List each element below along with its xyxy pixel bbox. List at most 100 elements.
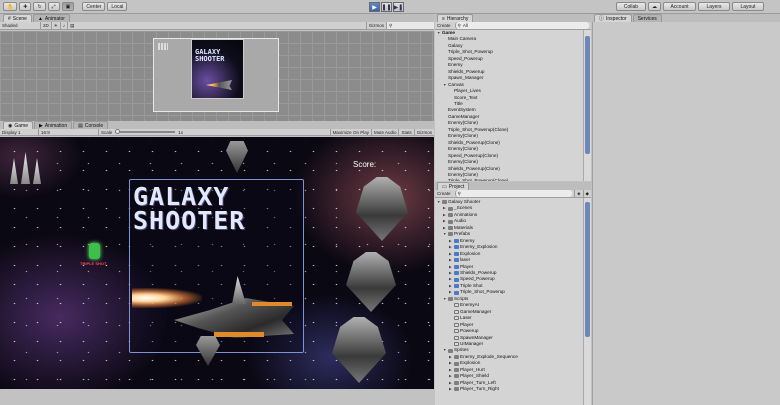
project-scrollbar[interactable] bbox=[583, 198, 591, 405]
project-panel: ▼ Galaxy Shooter ▶ _Scenes ▶ Animations ▶ Audio… bbox=[435, 198, 591, 405]
prefab-icon bbox=[454, 264, 459, 269]
stats-toggle[interactable]: Stats bbox=[398, 128, 413, 136]
pause-button[interactable]: ❚❚ bbox=[381, 2, 392, 12]
image-icon: ▤ bbox=[70, 22, 75, 28]
play-icon: ▶ bbox=[372, 4, 377, 11]
audio-toggle[interactable]: ♪ bbox=[59, 22, 67, 29]
tab-project-label: Project bbox=[448, 183, 465, 190]
game-gizmos-label: Gizmos bbox=[416, 129, 432, 135]
game-view[interactable]: Score: GALAXY SHOOTER TRIPLE SHOT bbox=[0, 137, 434, 389]
collapse-arrow-icon[interactable]: ▶ bbox=[449, 386, 453, 392]
rect-tool-button[interactable]: ▣ bbox=[61, 2, 75, 11]
search-icon: ⚲ bbox=[457, 190, 461, 196]
hand-tool-button[interactable]: ✋ bbox=[3, 2, 18, 11]
folder-icon: ▭ bbox=[442, 183, 447, 190]
cloud-button[interactable]: ☁ bbox=[648, 2, 661, 11]
hierarchy-scroll-thumb[interactable] bbox=[585, 36, 590, 154]
project-scroll-thumb[interactable] bbox=[585, 202, 590, 337]
expand-arrow-icon[interactable]: ▼ bbox=[443, 82, 447, 88]
shading-dropdown[interactable]: Shaded bbox=[0, 22, 40, 29]
folder-icon bbox=[454, 374, 459, 379]
filter-by-type-button[interactable]: ◈ bbox=[574, 190, 582, 197]
maximize-on-play-toggle[interactable]: Maximize On Play bbox=[329, 128, 371, 136]
tab-inspector-label: Inspector bbox=[606, 15, 627, 22]
game-gizmos-dropdown[interactable]: Gizmos bbox=[413, 128, 434, 136]
expand-arrow-icon[interactable]: ▼ bbox=[443, 347, 447, 353]
scale-slider-handle[interactable] bbox=[115, 129, 121, 134]
filter-by-label-button[interactable]: ◆ bbox=[582, 190, 591, 197]
tab-scene[interactable]: # Scene bbox=[3, 14, 32, 22]
inspector-tabbar: ⓘ Inspector Services bbox=[592, 14, 780, 22]
player-ship bbox=[174, 276, 314, 351]
lighting-toggle[interactable]: ☀ bbox=[50, 22, 60, 29]
play-button[interactable]: ▶ bbox=[369, 2, 380, 12]
scene-view[interactable]: GALAXY SHOOTER bbox=[0, 31, 434, 121]
filter-icon: ◈ bbox=[577, 190, 581, 196]
gizmos-dropdown[interactable]: Gizmos bbox=[365, 22, 386, 29]
scale-tool-button[interactable]: ⤢ bbox=[47, 2, 60, 11]
project-item[interactable]: ▶ Player_Turn_Right bbox=[437, 386, 518, 392]
hierarchy-panel: ▼ Game Main Camera Galaxy Triple_Shot_Poweru… bbox=[435, 30, 591, 181]
speaker-icon: ♪ bbox=[62, 23, 66, 28]
scale-label: Scale bbox=[101, 129, 113, 135]
hierarchy-item-label: Triple_Shot_Powerup(Clone) bbox=[448, 178, 509, 181]
folder-icon bbox=[454, 361, 459, 366]
hierarchy-scrollbar[interactable] bbox=[583, 30, 591, 181]
game-toolbar: Display 1 16:9 Scale 1x Maximize On Play… bbox=[0, 128, 434, 136]
space-toggle[interactable]: Local bbox=[107, 2, 128, 11]
tab-services-label: Services bbox=[637, 15, 657, 22]
tab-project[interactable]: ▭ Project bbox=[437, 182, 470, 190]
mute-audio-toggle[interactable]: Mute Audio bbox=[370, 128, 399, 136]
layers-dropdown[interactable]: Layers bbox=[698, 2, 730, 11]
folder-icon bbox=[454, 380, 459, 385]
tab-inspector[interactable]: ⓘ Inspector bbox=[594, 14, 632, 22]
tab-hierarchy[interactable]: ≡ Hierarchy bbox=[437, 14, 474, 22]
prefab-icon bbox=[454, 271, 459, 276]
powerup-label: TRIPLE SHOT bbox=[80, 261, 107, 266]
step-button[interactable]: ▶❚ bbox=[393, 2, 404, 12]
script-icon bbox=[454, 329, 459, 334]
script-icon bbox=[454, 309, 459, 314]
scene-title-line2: SHOOTER bbox=[195, 55, 225, 63]
folder-icon bbox=[448, 206, 453, 211]
game-title-line2: SHOOTER bbox=[133, 206, 246, 235]
project-search-input[interactable]: ⚲ bbox=[454, 190, 573, 197]
display-dropdown[interactable]: Display 1 bbox=[0, 129, 38, 136]
right-toolbar: Collab ☁ Account Layers Layout bbox=[616, 2, 766, 11]
folder-icon bbox=[448, 232, 453, 237]
prefab-icon bbox=[454, 284, 459, 289]
hierarchy-create-dropdown[interactable]: Create bbox=[435, 22, 453, 29]
tab-services[interactable]: Services bbox=[632, 14, 662, 22]
expand-arrow-icon[interactable]: ▼ bbox=[443, 231, 447, 237]
expand-arrow-icon[interactable]: ▼ bbox=[443, 296, 447, 302]
scene-toolbar: Shaded 2D ☀ ♪ ▤ Gizmos ⚲ bbox=[0, 22, 434, 30]
mode-2d-toggle[interactable]: 2D bbox=[40, 22, 51, 29]
tab-animator-label: Animator bbox=[44, 15, 65, 22]
rotate-tool-button[interactable]: ↻ bbox=[33, 2, 46, 11]
move-tool-button[interactable]: ✚ bbox=[19, 2, 32, 11]
project-create-dropdown[interactable]: Create bbox=[435, 190, 453, 197]
scale-slider[interactable] bbox=[115, 129, 176, 134]
hierarchy-toolbar: Create ⚲ All bbox=[435, 22, 591, 30]
lightbulb-icon: ☀ bbox=[53, 22, 58, 28]
hierarchy-icon: ≡ bbox=[442, 15, 445, 22]
hierarchy-search-input[interactable]: ⚲ All bbox=[454, 22, 589, 29]
effects-toggle[interactable]: ▤ bbox=[67, 22, 76, 29]
hierarchy-item[interactable]: Triple_Shot_Powerup(Clone) bbox=[437, 178, 508, 181]
collab-dropdown[interactable]: Collab bbox=[616, 2, 646, 11]
search-icon: ⚲ bbox=[389, 22, 393, 28]
scene-title: GALAXY SHOOTER bbox=[195, 49, 225, 63]
expand-arrow-icon[interactable]: ▼ bbox=[437, 199, 441, 205]
scene-lives-icon bbox=[158, 43, 168, 50]
layout-dropdown[interactable]: Layout bbox=[732, 2, 764, 11]
scene-search-input[interactable]: ⚲ bbox=[386, 22, 434, 29]
prefab-icon bbox=[454, 245, 459, 250]
expand-arrow-icon[interactable]: ▼ bbox=[437, 30, 441, 36]
animator-icon: ▲ bbox=[37, 15, 43, 22]
aspect-dropdown[interactable]: 16:9 bbox=[38, 128, 98, 136]
step-icon: ▶❚ bbox=[393, 4, 404, 11]
account-dropdown[interactable]: Account bbox=[663, 2, 696, 11]
pivot-toggle[interactable]: Center bbox=[82, 2, 106, 11]
tab-animator[interactable]: ▲ Animator bbox=[32, 14, 70, 22]
scene-icon: # bbox=[8, 15, 11, 22]
